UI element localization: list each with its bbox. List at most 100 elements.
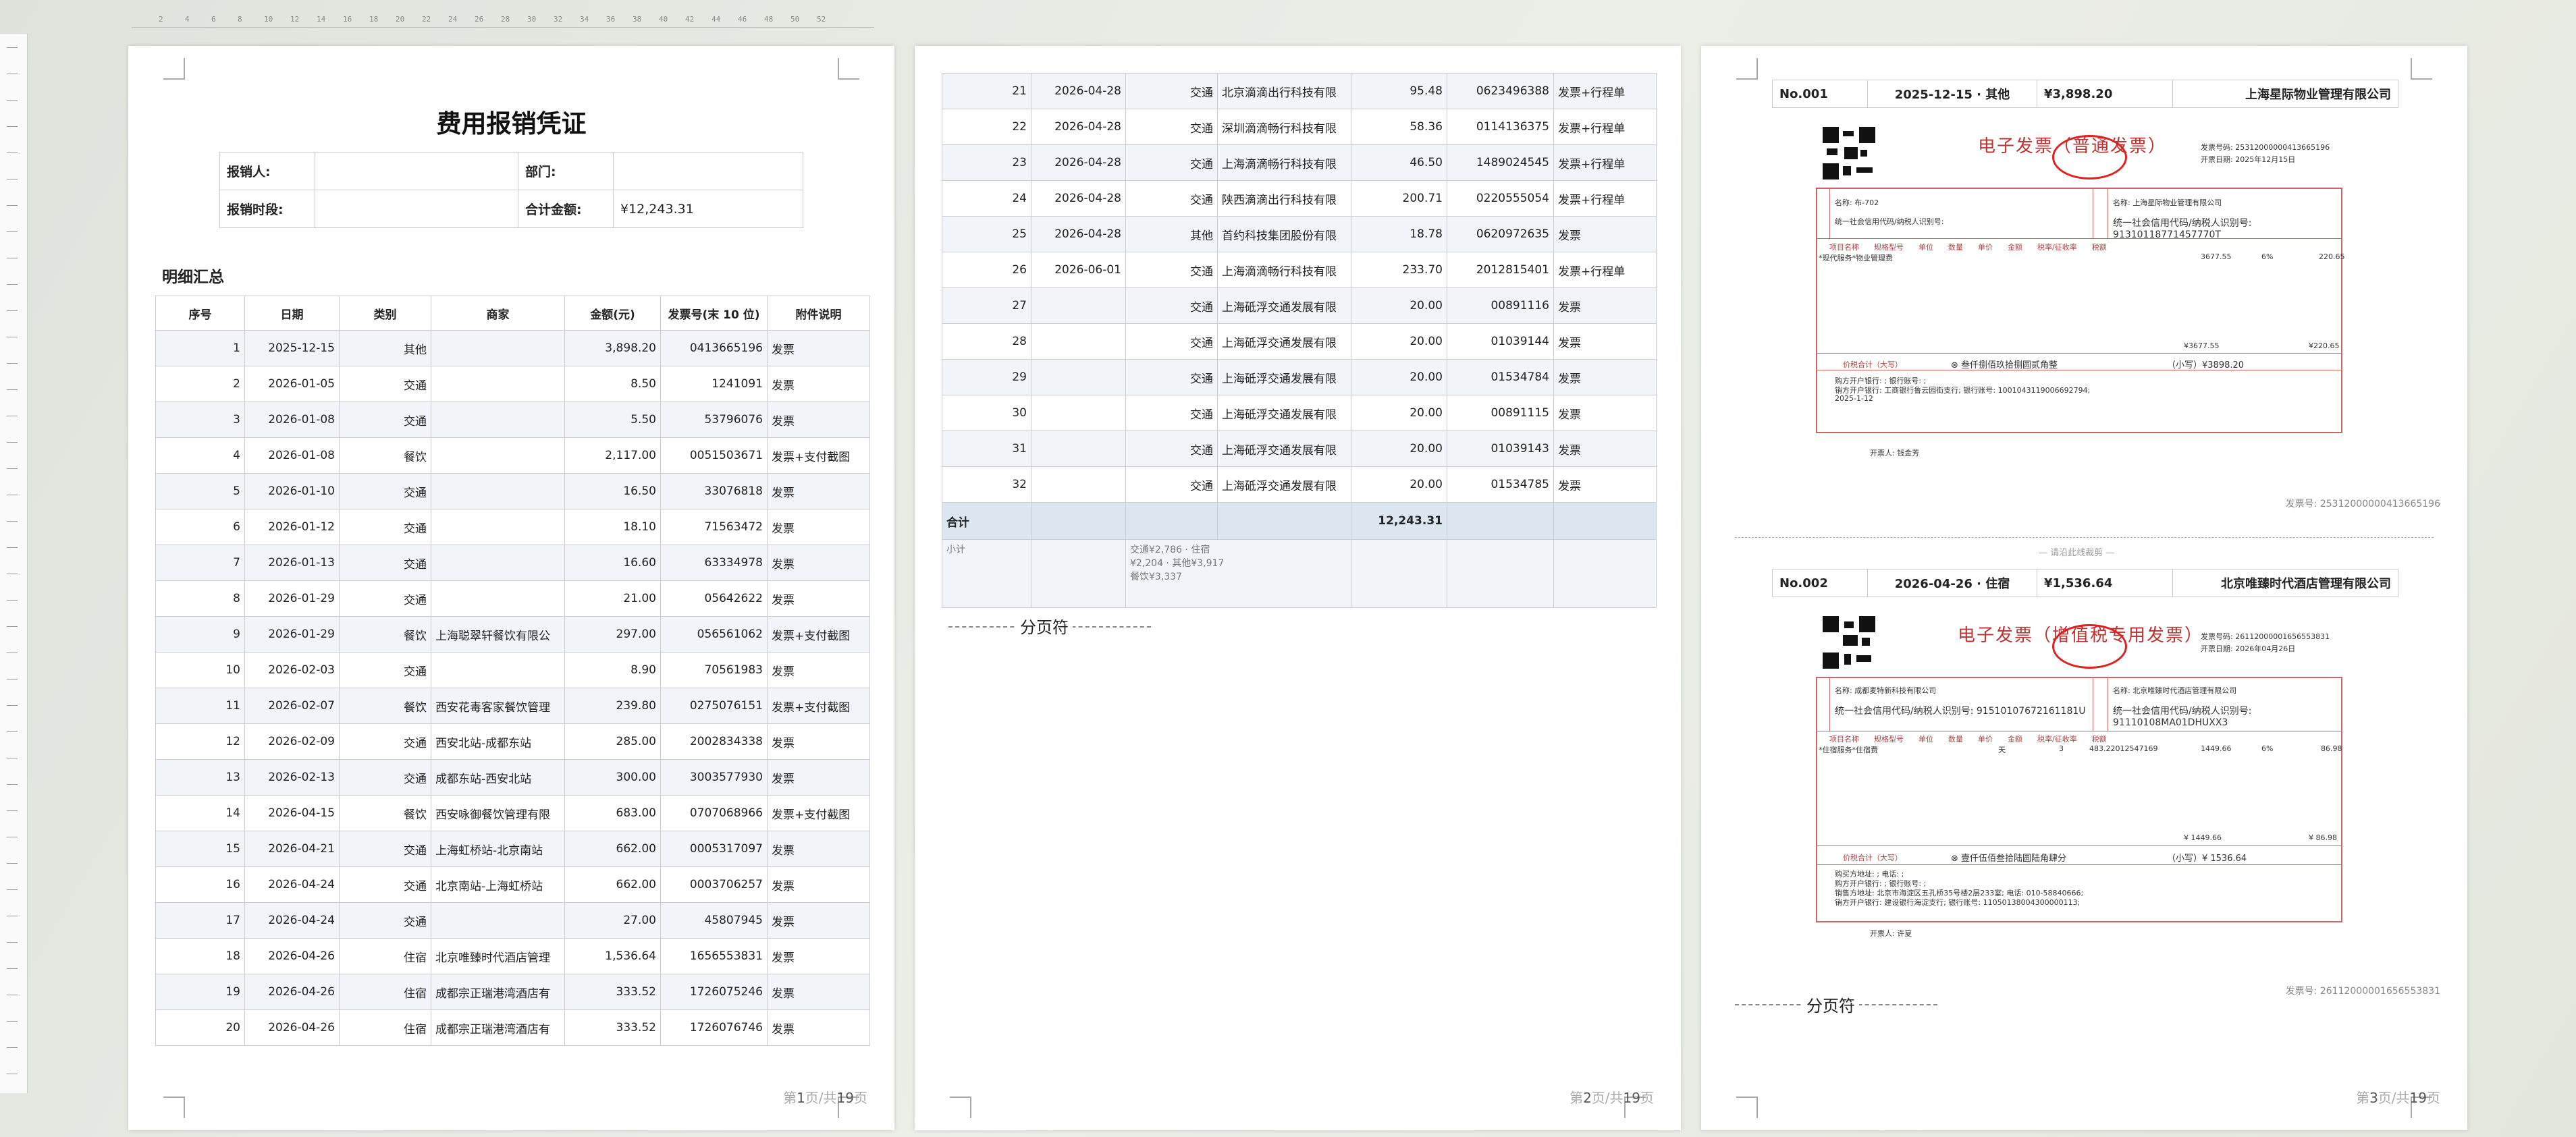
table-cell[interactable]	[431, 652, 565, 688]
table-cell[interactable]: 0620972635	[1447, 216, 1554, 252]
table-cell[interactable]: 交通	[339, 831, 431, 867]
table-cell[interactable]: 056561062	[660, 616, 768, 653]
table-cell[interactable]: 1726075246	[660, 974, 768, 1010]
table-cell[interactable]: 发票	[767, 831, 870, 867]
table-row[interactable]: 14 2026-04-15 餐饮 西安咏御餐饮管理有限 683.00 0707068966…	[155, 795, 870, 831]
table-row[interactable]: 7 2026-01-13 交通 16.60 63334978 发票	[155, 545, 870, 581]
table-cell[interactable]: 15	[155, 831, 245, 867]
table-cell[interactable]: 233.70	[1351, 252, 1447, 288]
table-cell[interactable]: 5.50	[564, 401, 661, 438]
table-cell[interactable]: 2026-04-26	[244, 938, 340, 974]
table-cell[interactable]: 发票	[767, 759, 870, 796]
table-cell[interactable]: 交通	[1125, 359, 1218, 395]
table-cell[interactable]: 发票	[1553, 287, 1657, 324]
table-cell[interactable]: 2026-01-29	[244, 580, 340, 617]
table-cell[interactable]: 交通	[1125, 252, 1218, 288]
table-cell[interactable]: 297.00	[564, 616, 661, 653]
table-cell[interactable]: 18.10	[564, 509, 661, 545]
total-value[interactable]: ¥12,243.31	[613, 190, 803, 228]
table-cell[interactable]: 发票+行程单	[1553, 252, 1657, 288]
table-cell[interactable]: 成都宗正瑞港湾酒店有	[431, 974, 565, 1010]
table-cell[interactable]: 上海砥浮交通发展有限	[1217, 323, 1351, 360]
table-cell[interactable]: 发票+支付截图	[767, 437, 870, 474]
table-cell[interactable]: 北京滴滴出行科技有限	[1217, 73, 1351, 109]
table-cell[interactable]: 发票	[767, 545, 870, 581]
table-cell[interactable]: 0707068966	[660, 795, 768, 831]
table-cell[interactable]: 2026-04-15	[244, 795, 340, 831]
table-cell[interactable]: 发票	[767, 938, 870, 974]
table-cell[interactable]: 200.71	[1351, 180, 1447, 217]
table-cell[interactable]: 01534785	[1447, 466, 1554, 503]
table-cell[interactable]: 12	[155, 723, 245, 760]
table-cell[interactable]: 上海砥浮交通发展有限	[1217, 287, 1351, 324]
table-cell[interactable]: 95.48	[1351, 73, 1447, 109]
table-cell[interactable]: 2026-01-29	[244, 616, 340, 653]
table-cell[interactable]: 0220555054	[1447, 180, 1554, 217]
table-cell[interactable]	[431, 437, 565, 474]
table-cell[interactable]	[431, 401, 565, 438]
table-cell[interactable]: 2026-01-05	[244, 366, 340, 402]
table-cell[interactable]: 餐饮	[339, 688, 431, 724]
table-cell[interactable]: 10	[155, 652, 245, 688]
table-row[interactable]: 30 交通 上海砥浮交通发展有限 20.00 00891115 发票	[942, 395, 1657, 431]
table-cell[interactable]: 上海砥浮交通发展有限	[1217, 359, 1351, 395]
table-cell[interactable]: 发票	[767, 580, 870, 617]
table-row[interactable]: 27 交通 上海砥浮交通发展有限 20.00 00891116 发票	[942, 287, 1657, 324]
table-cell[interactable]	[431, 473, 565, 509]
table-cell[interactable]: 01039143	[1447, 431, 1554, 467]
table-cell[interactable]: 住宿	[339, 1009, 431, 1046]
invoice-2-image[interactable]: 电子发票（增值税专用发票） 发票号码: 26112000001656553831…	[1816, 616, 2342, 940]
table-cell[interactable]: 20.00	[1351, 359, 1447, 395]
table-cell[interactable]: 01039144	[1447, 323, 1554, 360]
table-cell[interactable]: 交通	[1125, 431, 1218, 467]
table-cell[interactable]: 餐饮	[339, 795, 431, 831]
table-row[interactable]: 15 2026-04-21 交通 上海虹桥站-北京南站 662.00 0005317097…	[155, 831, 870, 867]
table-cell[interactable]: 21.00	[564, 580, 661, 617]
horizontal-ruler[interactable]: 2 4 6 8 10 12 14 16 18 20 22 24 26 28 30 32 34 36 38 40 42 44…	[132, 7, 874, 34]
table-row[interactable]: 16 2026-04-24 交通 北京南站-上海虹桥站 662.00 0003706257…	[155, 866, 870, 903]
table-cell[interactable]: 27.00	[564, 902, 661, 939]
table-cell[interactable]: 05642622	[660, 580, 768, 617]
table-cell[interactable]: 交通	[1125, 466, 1218, 503]
table-row[interactable]: 8 2026-01-29 交通 21.00 05642622 发票	[155, 580, 870, 617]
table-cell[interactable]: 交通	[339, 759, 431, 796]
table-cell[interactable]: 发票	[1553, 395, 1657, 431]
table-row[interactable]: 31 交通 上海砥浮交通发展有限 20.00 01039143 发票	[942, 431, 1657, 467]
table-cell[interactable]: 发票+支付截图	[767, 688, 870, 724]
table-cell[interactable]: 发票	[767, 902, 870, 939]
table-cell[interactable]: 2026-04-28	[1031, 216, 1126, 252]
table-cell[interactable]: 18.78	[1351, 216, 1447, 252]
table-cell[interactable]: 其他	[1125, 216, 1218, 252]
table-cell[interactable]: 2026-01-08	[244, 401, 340, 438]
table-cell[interactable]: 发票+行程单	[1553, 73, 1657, 109]
table-cell[interactable]: 1241091	[660, 366, 768, 402]
table-row[interactable]: 20 2026-04-26 住宿 成都宗正瑞港湾酒店有 333.52 1726076746…	[155, 1009, 870, 1046]
table-cell[interactable]: 333.52	[564, 974, 661, 1010]
table-cell[interactable]: 53796076	[660, 401, 768, 438]
table-cell[interactable]: 17	[155, 902, 245, 939]
table-cell[interactable]	[1031, 431, 1126, 467]
table-cell[interactable]: 发票	[1553, 431, 1657, 467]
table-cell[interactable]: 交通	[339, 509, 431, 545]
table-cell[interactable]: 2026-04-24	[244, 866, 340, 903]
table-cell[interactable]: 发票+行程单	[1553, 109, 1657, 145]
table-row[interactable]: 23 2026-04-28 交通 上海滴滴畅行科技有限 46.50 1489024545 发…	[942, 144, 1657, 181]
table-cell[interactable]: 交通	[339, 401, 431, 438]
table-cell[interactable]: 01534784	[1447, 359, 1554, 395]
table-cell[interactable]: 发票+行程单	[1553, 180, 1657, 217]
table-cell[interactable]: 交通	[339, 723, 431, 760]
table-cell[interactable]: 1489024545	[1447, 144, 1554, 181]
table-cell[interactable]: 西安咏御餐饮管理有限	[431, 795, 565, 831]
table-cell[interactable]: 27	[942, 287, 1031, 324]
table-cell[interactable]: 交通	[1125, 109, 1218, 145]
table-cell[interactable]: 20.00	[1351, 395, 1447, 431]
table-cell[interactable]: 交通	[339, 652, 431, 688]
table-cell[interactable]: 上海滴滴畅行科技有限	[1217, 252, 1351, 288]
table-cell[interactable]: 交通	[339, 580, 431, 617]
table-cell[interactable]: 交通	[1125, 287, 1218, 324]
table-cell[interactable]: 2026-04-28	[1031, 180, 1126, 217]
table-row[interactable]: 18 2026-04-26 住宿 北京唯臻时代酒店管理 1,536.64 16565538…	[155, 938, 870, 974]
table-cell[interactable]: 2026-02-09	[244, 723, 340, 760]
table-cell[interactable]: 2026-04-21	[244, 831, 340, 867]
table-cell[interactable]: 0005317097	[660, 831, 768, 867]
